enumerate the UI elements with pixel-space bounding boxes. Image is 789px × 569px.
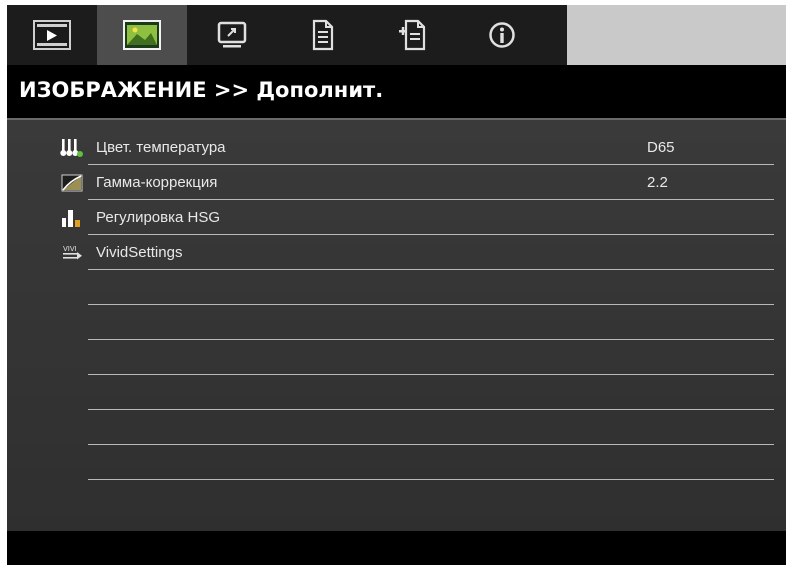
- menu-item-gamma[interactable]: Гамма-коррекция 2.2: [61, 165, 774, 200]
- menu-item-value: 2.2: [647, 174, 668, 191]
- menu-item-label: VividSettings: [96, 244, 183, 261]
- tab-setup[interactable]: [277, 5, 367, 65]
- menu-item-hsg[interactable]: Регулировка HSG: [62, 200, 774, 235]
- menu-panel: Цвет. температура D65 Гамма-коррекция 2.…: [7, 120, 786, 531]
- tab-bar-filler: [567, 5, 786, 65]
- gamma-icon: [60, 173, 84, 193]
- status-bar: [7, 531, 786, 565]
- title-band: ИЗОБРАЖЕНИЕ >> Дополнит.: [7, 65, 786, 120]
- info-icon: [489, 22, 515, 48]
- menu-empty-row: [88, 445, 774, 480]
- menu-item-label: Регулировка HSG: [96, 209, 221, 226]
- menu-item-vivid-settings[interactable]: VIVI VividSettings: [63, 235, 774, 270]
- tab-image[interactable]: [97, 5, 187, 65]
- play-icon: [33, 20, 71, 50]
- menu-empty-row: [88, 375, 774, 410]
- menu-empty-row: [88, 340, 774, 375]
- tab-options[interactable]: [457, 5, 547, 65]
- vivid-settings-icon: VIVI: [60, 243, 84, 263]
- svg-text:VIVI: VIVI: [63, 245, 77, 253]
- hsg-icon: [60, 208, 84, 228]
- tab-setup-advanced[interactable]: [367, 5, 457, 65]
- tab-input[interactable]: [7, 5, 97, 65]
- tab-bar: [7, 5, 786, 65]
- menu-empty-row: [88, 305, 774, 340]
- color-temperature-icon: [60, 138, 84, 158]
- image-icon: [123, 20, 161, 50]
- settings-plus-icon: [399, 19, 426, 51]
- tab-display[interactable]: [187, 5, 277, 65]
- display-icon: [217, 21, 247, 48]
- menu-item-label: Цвет. температура: [96, 139, 226, 156]
- menu-item-value: D65: [647, 139, 675, 156]
- menu-item-color-temperature[interactable]: Цвет. температура D65: [60, 130, 774, 165]
- menu-item-label: Гамма-коррекция: [96, 174, 218, 191]
- settings-page-icon: [312, 19, 334, 51]
- menu-empty-row: [88, 410, 774, 445]
- page-title: ИЗОБРАЖЕНИЕ >> Дополнит.: [19, 78, 384, 102]
- menu-empty-row: [88, 270, 774, 305]
